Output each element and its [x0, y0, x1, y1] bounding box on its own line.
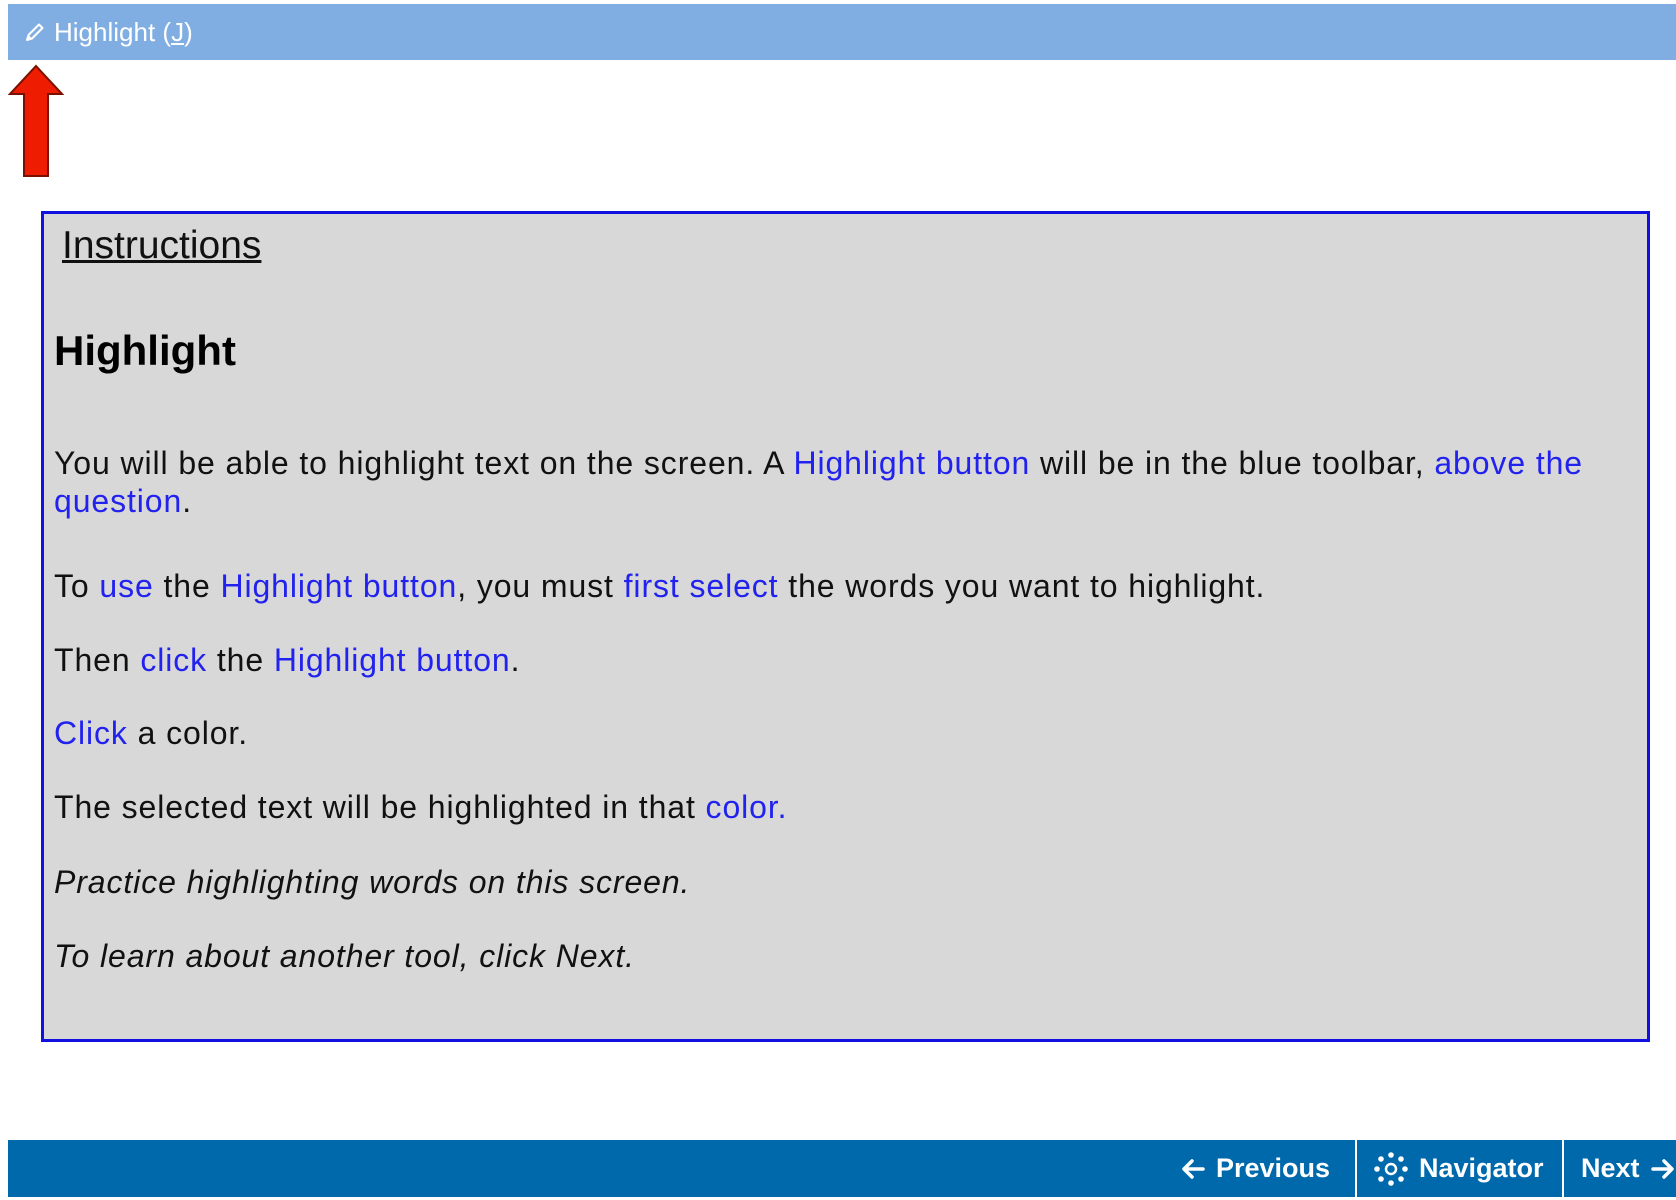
instructions-panel: Instructions Highlight You will be able …: [41, 211, 1650, 1042]
pencil-icon: [24, 21, 46, 43]
bottom-nav-bar: Previous Navigator Next: [8, 1140, 1676, 1197]
instruction-paragraph-6: Practice highlighting words on this scre…: [54, 864, 691, 900]
nav-divider: [1562, 1140, 1564, 1197]
arrow-right-icon: [1650, 1156, 1676, 1182]
instruction-paragraph-4: Click a color.: [54, 715, 248, 751]
navigator-icon: [1373, 1151, 1409, 1187]
navigator-button[interactable]: Navigator: [1373, 1140, 1544, 1197]
instruction-paragraph-5: The selected text will be highlighted in…: [54, 789, 788, 825]
next-label: Next: [1581, 1153, 1640, 1183]
nav-divider: [1355, 1140, 1357, 1197]
red-arrow-icon: [8, 64, 64, 177]
previous-label: Previous: [1216, 1153, 1331, 1183]
highlight-shortcut-key: J: [171, 16, 185, 47]
previous-button[interactable]: Previous: [1180, 1140, 1330, 1197]
top-toolbar: Highlight (J): [8, 4, 1676, 60]
highlight-button[interactable]: Highlight (J): [24, 4, 193, 60]
instructions-heading: Highlight: [54, 327, 236, 374]
navigator-label: Navigator: [1419, 1153, 1544, 1183]
arrow-left-icon: [1180, 1156, 1206, 1182]
highlight-button-label: Highlight (J): [54, 16, 193, 47]
instruction-paragraph-2: To use the Highlight button, you must fi…: [54, 568, 1266, 604]
instruction-paragraph-3: Then click the Highlight button.: [54, 642, 521, 678]
instructions-title: Instructions: [62, 224, 262, 267]
instruction-paragraph-1: You will be able to highlight text on th…: [54, 445, 1584, 519]
instruction-paragraph-7: To learn about another tool, click Next.: [54, 938, 635, 974]
next-button[interactable]: Next: [1581, 1140, 1676, 1197]
